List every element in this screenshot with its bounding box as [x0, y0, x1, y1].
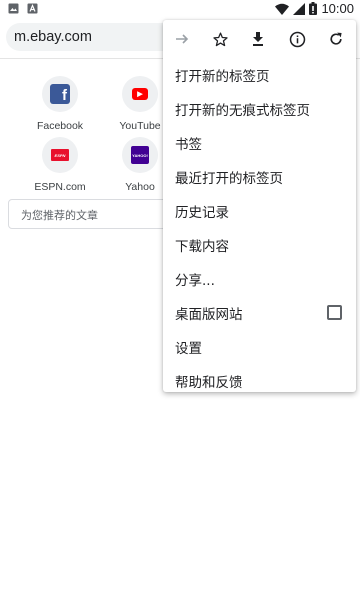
- menu-item-desktop-site[interactable]: 桌面版网站: [163, 295, 356, 329]
- image-icon: [8, 3, 19, 14]
- download-icon[interactable]: [246, 27, 270, 51]
- menu-item-label: 书签: [175, 137, 202, 153]
- battery-icon: [309, 2, 318, 15]
- tile-label: ESPN.com: [34, 181, 86, 193]
- overflow-menu: 打开新的标签页 打开新的无痕式标签页 书签 最近打开的标签页 历史记录 下载内容…: [163, 20, 356, 392]
- menu-icon-row: [163, 20, 356, 58]
- menu-item-bookmarks[interactable]: 书签: [163, 125, 356, 159]
- menu-item-recent-tabs[interactable]: 最近打开的标签页: [163, 159, 356, 193]
- menu-item-label: 最近打开的标签页: [175, 171, 283, 187]
- status-bar: 10:00: [0, 0, 360, 18]
- menu-item-label: 分享...: [175, 273, 215, 289]
- menu-item-label: 设置: [175, 341, 202, 357]
- refresh-icon[interactable]: [324, 27, 348, 51]
- menu-item-label: 打开新的无痕式标签页: [175, 103, 310, 119]
- tile-label: Facebook: [36, 120, 84, 132]
- desktop-site-checkbox[interactable]: [327, 305, 342, 320]
- status-time: 10:00: [321, 1, 354, 16]
- notification-a-icon: [27, 3, 38, 14]
- menu-item-label: 历史记录: [175, 205, 229, 221]
- yahoo-icon: YAHOO!: [131, 146, 149, 164]
- youtube-icon: ▶: [132, 88, 148, 100]
- articles-for-you-label: 为您推荐的文章: [21, 209, 98, 222]
- bookmark-star-icon[interactable]: [208, 27, 232, 51]
- menu-item-downloads[interactable]: 下载内容: [163, 227, 356, 261]
- forward-icon[interactable]: [170, 27, 194, 51]
- menu-item-new-tab[interactable]: 打开新的标签页: [163, 57, 356, 91]
- menu-item-label: 打开新的标签页: [175, 69, 270, 85]
- tile-espn[interactable]: ESPN ESPN.com: [20, 137, 100, 193]
- info-icon[interactable]: [285, 27, 309, 51]
- menu-item-history[interactable]: 历史记录: [163, 193, 356, 227]
- menu-item-settings[interactable]: 设置: [163, 329, 356, 363]
- address-bar-url[interactable]: m.ebay.com: [14, 29, 92, 45]
- menu-item-label: 桌面版网站: [175, 307, 243, 323]
- tile-facebook[interactable]: f Facebook: [20, 76, 100, 132]
- facebook-icon: f: [50, 84, 70, 104]
- menu-item-share[interactable]: 分享...: [163, 261, 356, 295]
- signal-icon: [293, 2, 306, 15]
- menu-item-label: 下载内容: [175, 239, 229, 255]
- menu-item-label: 帮助和反馈: [175, 375, 243, 391]
- menu-item-help-feedback[interactable]: 帮助和反馈: [163, 363, 356, 397]
- menu-item-new-incognito-tab[interactable]: 打开新的无痕式标签页: [163, 91, 356, 125]
- espn-icon: ESPN: [51, 149, 69, 161]
- wifi-icon: [275, 3, 290, 15]
